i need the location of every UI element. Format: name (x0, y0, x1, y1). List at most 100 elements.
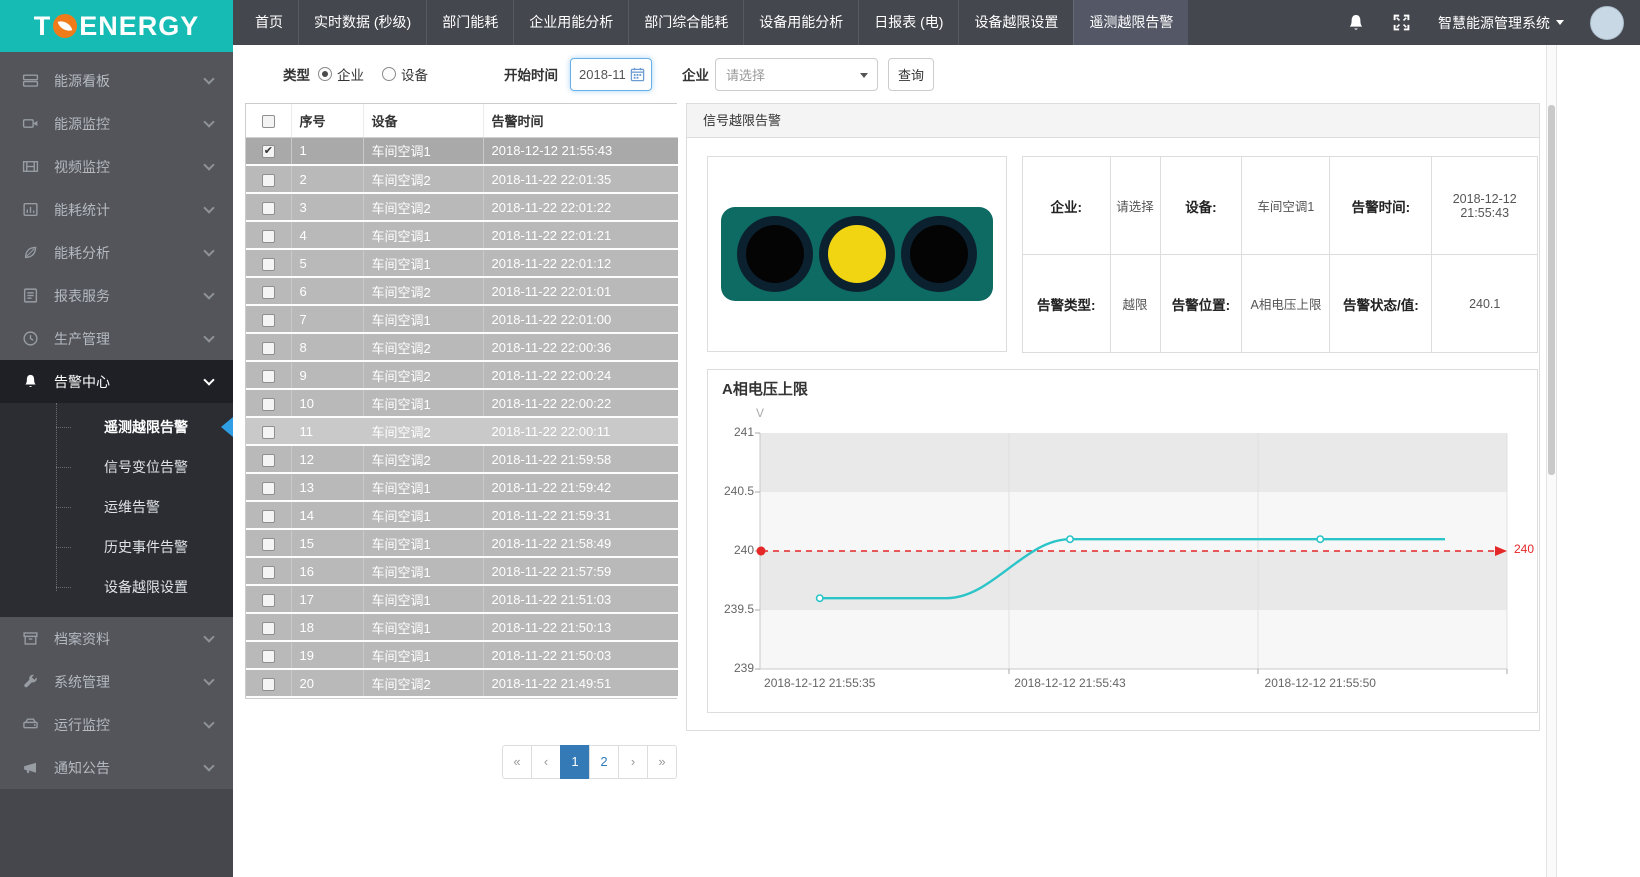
row-checkbox[interactable] (262, 145, 275, 158)
field-label-alarm-position: 告警位置: (1160, 255, 1242, 353)
topnav-item-3[interactable]: 企业用能分析 (513, 0, 628, 45)
device-radio-input[interactable] (382, 67, 396, 81)
start-time-label: 开始时间 (504, 64, 558, 84)
row-checkbox[interactable] (262, 594, 275, 607)
search-button[interactable]: 查询 (888, 58, 934, 91)
fullscreen-icon[interactable] (1392, 13, 1412, 33)
row-checkbox[interactable] (262, 398, 275, 411)
table-row-10: 10车间空调12018-11-22 22:00:22 (246, 389, 678, 417)
sidebar-item-11[interactable]: 通知公告 (0, 746, 233, 789)
submenu-item-2[interactable]: 运维告警 (0, 487, 233, 527)
y-tick-label-4: 239 (710, 661, 754, 675)
row-checkbox[interactable] (262, 342, 275, 355)
avatar[interactable] (1590, 6, 1624, 40)
radio-device[interactable]: 设备 (382, 64, 428, 84)
chart-title: A相电压上限 (722, 378, 808, 399)
scrollbar-track[interactable] (1546, 45, 1557, 877)
sidebar-item-1[interactable]: 能源监控 (0, 102, 233, 145)
logo: T ENERGY (0, 0, 233, 52)
row-checkbox[interactable] (262, 314, 275, 327)
submenu-item-0[interactable]: 遥测越限告警 (0, 407, 233, 447)
sidebar-submenu: 遥测越限告警信号变位告警运维告警历史事件告警设备越限设置 (0, 403, 233, 617)
y-tick-label-2: 240 (710, 543, 754, 557)
page-2-button[interactable]: 2 (589, 745, 619, 779)
table-row-13: 13车间空调12018-11-22 21:59:42 (246, 473, 678, 501)
select-all-checkbox[interactable] (262, 115, 275, 128)
row-checkbox[interactable] (262, 678, 275, 691)
table-row-18: 18车间空调12018-11-22 21:50:13 (246, 613, 678, 641)
table-row-20: 20车间空调22018-11-22 21:49:51 (246, 669, 678, 697)
field-value-device: 车间空调1 (1242, 157, 1330, 255)
field-value-alarm-status: 240.1 (1432, 255, 1538, 353)
page-next-button[interactable]: › (618, 745, 648, 779)
sidebar-item-5[interactable]: 报表服务 (0, 274, 233, 317)
submenu-item-3[interactable]: 历史事件告警 (0, 527, 233, 567)
sidebar-item-3[interactable]: 能耗统计 (0, 188, 233, 231)
topnav-item-4[interactable]: 部门综合能耗 (628, 0, 743, 45)
company-radio-input[interactable] (318, 67, 332, 81)
topnav-item-8[interactable]: 遥测越限告警 (1073, 0, 1188, 45)
chevron-down-icon (203, 159, 214, 170)
archive-icon (22, 630, 40, 648)
sidebar-item-6[interactable]: 生产管理 (0, 317, 233, 360)
row-checkbox[interactable] (262, 454, 275, 467)
table-row-15: 15车间空调12018-11-22 21:58:49 (246, 529, 678, 557)
alarm-table: 序号 设备 告警时间 1车间空调12018-12-12 21:55:432车间空… (246, 104, 678, 698)
chevron-down-icon (203, 73, 214, 84)
main-content: 类型 企业 设备 开始时间 2018-11 企业 请选择 查询 (233, 45, 1640, 877)
row-checkbox[interactable] (262, 482, 275, 495)
sidebar-item-7[interactable]: 告警中心 (0, 360, 233, 403)
page-1-button[interactable]: 1 (560, 745, 590, 779)
table-row-4: 4车间空调12018-11-22 22:01:21 (246, 221, 678, 249)
row-checkbox[interactable] (262, 538, 275, 551)
chevron-down-icon (203, 288, 214, 299)
leaf-icon (22, 244, 40, 262)
topnav-item-0[interactable]: 首页 (240, 0, 298, 45)
submenu-item-4[interactable]: 设备越限设置 (0, 567, 233, 607)
row-checkbox[interactable] (262, 510, 275, 523)
table-row-11: 11车间空调22018-11-22 22:00:11 (246, 417, 678, 445)
company-select[interactable]: 请选择 (715, 58, 878, 91)
topnav-item-5[interactable]: 设备用能分析 (743, 0, 858, 45)
chevron-down-icon (203, 717, 214, 728)
row-checkbox[interactable] (262, 202, 275, 215)
page-first-button[interactable]: « (502, 745, 532, 779)
sidebar-item-9[interactable]: 系统管理 (0, 660, 233, 703)
sidebar-item-0[interactable]: 能源看板 (0, 59, 233, 102)
row-checkbox[interactable] (262, 566, 275, 579)
field-value-company: 请选择 (1110, 157, 1160, 255)
row-checkbox[interactable] (262, 370, 275, 383)
submenu-item-1[interactable]: 信号变位告警 (0, 447, 233, 487)
topnav-item-2[interactable]: 部门能耗 (426, 0, 513, 45)
sidebar-item-8[interactable]: 档案资料 (0, 617, 233, 660)
radio-company[interactable]: 企业 (318, 64, 364, 84)
sidebar-item-10[interactable]: 运行监控 (0, 703, 233, 746)
table-row-1: 1车间空调12018-12-12 21:55:43 (246, 137, 678, 165)
traffic-light (721, 207, 993, 306)
topnav-item-7[interactable]: 设备越限设置 (958, 0, 1073, 45)
row-checkbox[interactable] (262, 650, 275, 663)
scrollbar-thumb[interactable] (1548, 105, 1555, 475)
table-row-16: 16车间空调12018-11-22 21:57:59 (246, 557, 678, 585)
chevron-down-icon (203, 631, 214, 642)
start-time-input[interactable]: 2018-11 (570, 58, 652, 91)
bar-chart-icon (22, 201, 40, 219)
row-checkbox[interactable] (262, 622, 275, 635)
page-last-button[interactable]: » (647, 745, 677, 779)
topnav-item-6[interactable]: 日报表 (电) (858, 0, 958, 45)
row-checkbox[interactable] (262, 426, 275, 439)
row-checkbox[interactable] (262, 258, 275, 271)
chart-card: A相电压上限 V 240 241240.5240239.52392018-12-… (707, 369, 1538, 713)
sidebar-item-2[interactable]: 视频监控 (0, 145, 233, 188)
row-checkbox[interactable] (262, 174, 275, 187)
user-menu[interactable]: 智慧能源管理系统 (1438, 13, 1564, 33)
sidebar-item-4[interactable]: 能耗分析 (0, 231, 233, 274)
notification-bell-icon[interactable] (1346, 13, 1366, 33)
row-checkbox[interactable] (262, 230, 275, 243)
y-tick-label-1: 240.5 (710, 484, 754, 498)
row-checkbox[interactable] (262, 286, 275, 299)
calendar-icon (630, 67, 645, 82)
topnav-item-1[interactable]: 实时数据 (秒级) (298, 0, 426, 45)
y-tick-label-3: 239.5 (710, 602, 754, 616)
page-prev-button[interactable]: ‹ (531, 745, 561, 779)
